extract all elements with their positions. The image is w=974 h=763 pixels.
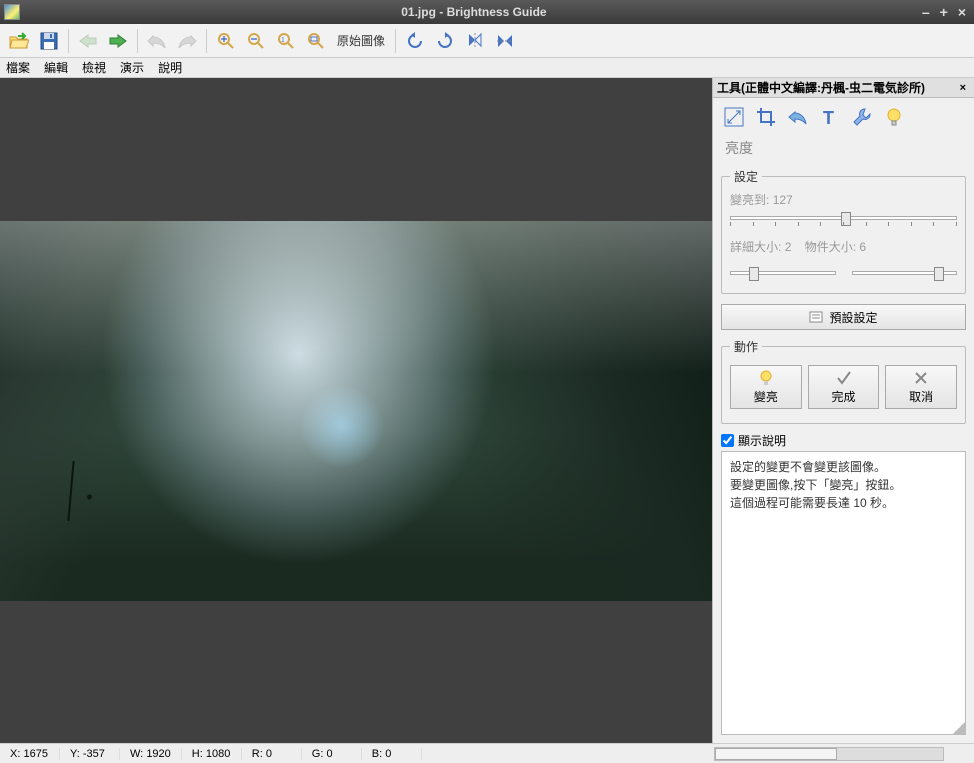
tools-panel: 工具(正體中文編譯:丹楓-虫二電気診所) × T 亮度 設定 變亮到: 127 <box>712 78 974 743</box>
minimize-button[interactable]: – <box>922 4 930 20</box>
status-x-label: X: <box>10 748 20 760</box>
toolbar: 1 原始圖像 <box>0 24 974 58</box>
status-r-label: R: <box>252 748 263 760</box>
help-line-2: 要變更圖像,按下「變亮」按鈕。 <box>730 476 957 494</box>
flip-horizontal-button[interactable] <box>492 28 518 54</box>
app-icon <box>4 4 20 20</box>
status-x-value: 1675 <box>23 748 47 760</box>
status-h-label: H: <box>192 748 203 760</box>
section-brightness: 亮度 <box>713 136 974 164</box>
image-preview <box>0 221 712 601</box>
cancel-button[interactable]: 取消 <box>885 365 957 409</box>
detail-size-value: 2 <box>785 240 792 254</box>
status-w-label: W: <box>130 748 143 760</box>
help-line-1: 設定的變更不會變更該圖像。 <box>730 458 957 476</box>
zoom-100-button[interactable]: 1 <box>273 28 299 54</box>
tool-icons-row: T <box>713 98 974 136</box>
actions-legend: 動作 <box>730 338 762 355</box>
help-line-3: 這個過程可能需要長達 10 秒。 <box>730 494 957 512</box>
cancel-icon <box>913 370 929 386</box>
rotate-ccw-button[interactable] <box>402 28 428 54</box>
wrench-tool-icon[interactable] <box>851 106 873 128</box>
check-icon <box>836 370 852 386</box>
rotate-cw-button[interactable] <box>432 28 458 54</box>
status-y-value: -357 <box>83 748 105 760</box>
menu-help[interactable]: 說明 <box>158 59 182 76</box>
resize-tool-icon[interactable] <box>723 106 745 128</box>
lightbulb-tool-icon[interactable] <box>883 106 905 128</box>
status-b-value: 0 <box>385 748 391 760</box>
object-size-label: 物件大小: <box>805 240 856 254</box>
status-y-label: Y: <box>70 748 80 760</box>
actions-fieldset: 動作 變亮 完成 取消 <box>721 338 966 424</box>
object-slider[interactable] <box>852 267 958 283</box>
status-b-label: B: <box>372 748 382 760</box>
cancel-label: 取消 <box>909 388 933 405</box>
text-tool-icon[interactable]: T <box>819 106 841 128</box>
maximize-button[interactable]: + <box>940 4 948 20</box>
resize-handle[interactable] <box>953 722 965 734</box>
show-help-checkbox[interactable]: 顯示說明 <box>713 428 974 451</box>
menu-edit[interactable]: 編輯 <box>44 59 68 76</box>
status-h-value: 1080 <box>206 748 230 760</box>
preset-label: 預設設定 <box>829 309 877 326</box>
zoom-fit-button[interactable] <box>303 28 329 54</box>
horizontal-scrollbar[interactable] <box>714 747 944 761</box>
settings-fieldset: 設定 變亮到: 127 詳細大小: 2 物件大小: 6 <box>721 168 966 294</box>
menu-demo[interactable]: 演示 <box>120 59 144 76</box>
panel-close-button[interactable]: × <box>956 82 970 94</box>
canvas-area[interactable] <box>0 78 712 743</box>
detail-slider[interactable] <box>730 267 836 283</box>
svg-text:1: 1 <box>281 37 285 44</box>
show-help-input[interactable] <box>721 434 734 447</box>
brighten-to-value: 127 <box>773 193 793 207</box>
undo-button[interactable] <box>144 28 170 54</box>
undo-tool-icon[interactable] <box>787 106 809 128</box>
status-g-label: G: <box>312 748 324 760</box>
detail-size-label: 詳細大小: <box>730 240 781 254</box>
status-g-value: 0 <box>326 748 332 760</box>
original-image-label: 原始圖像 <box>333 32 389 49</box>
statusbar: X: 1675 Y: -357 W: 1920 H: 1080 R: 0 G: … <box>0 743 974 763</box>
window-title: 01.jpg - Brightness Guide <box>26 5 922 19</box>
status-w-value: 1920 <box>146 748 170 760</box>
help-textarea: 設定的變更不會變更該圖像。 要變更圖像,按下「變亮」按鈕。 這個過程可能需要長達… <box>721 451 966 735</box>
zoom-out-button[interactable] <box>243 28 269 54</box>
titlebar: 01.jpg - Brightness Guide – + × <box>0 0 974 24</box>
preset-button[interactable]: 預設設定 <box>721 304 966 330</box>
menubar: 檔案 編輯 檢視 演示 說明 <box>0 58 974 78</box>
crop-tool-icon[interactable] <box>755 106 777 128</box>
brighten-button[interactable]: 變亮 <box>730 365 802 409</box>
lightbulb-icon <box>758 370 774 386</box>
done-label: 完成 <box>832 388 856 405</box>
object-size-value: 6 <box>859 240 866 254</box>
status-r-value: 0 <box>266 748 272 760</box>
redo-button[interactable] <box>174 28 200 54</box>
save-button[interactable] <box>36 28 62 54</box>
open-button[interactable] <box>6 28 32 54</box>
panel-title: 工具(正體中文編譯:丹楓-虫二電気診所) <box>717 79 925 96</box>
forward-button[interactable] <box>105 28 131 54</box>
svg-text:T: T <box>823 108 834 127</box>
done-button[interactable]: 完成 <box>808 365 880 409</box>
preset-icon <box>809 310 823 324</box>
zoom-in-button[interactable] <box>213 28 239 54</box>
brighten-to-label: 變亮到: <box>730 193 769 207</box>
menu-file[interactable]: 檔案 <box>6 59 30 76</box>
flip-vertical-button[interactable] <box>462 28 488 54</box>
show-help-label: 顯示說明 <box>738 432 786 449</box>
brighten-slider[interactable] <box>730 212 957 228</box>
menu-view[interactable]: 檢視 <box>82 59 106 76</box>
back-button[interactable] <box>75 28 101 54</box>
brighten-label: 變亮 <box>754 388 778 405</box>
settings-legend: 設定 <box>730 168 762 185</box>
close-button[interactable]: × <box>958 4 966 20</box>
